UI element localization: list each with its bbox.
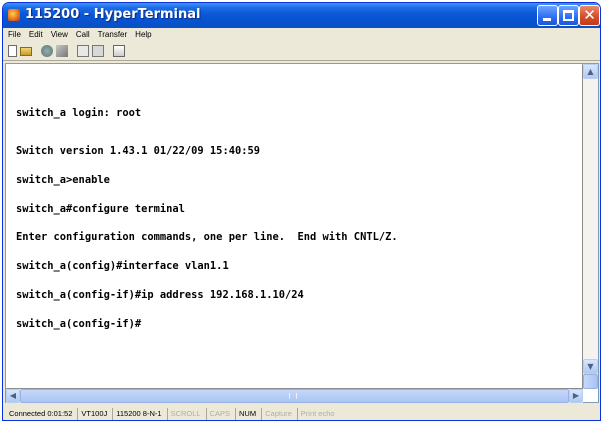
hyperterminal-app-icon[interactable] (8, 9, 20, 21)
vertical-scroll-thumb[interactable] (583, 374, 598, 389)
status-caps: CAPS (205, 408, 233, 420)
status-scroll: SCROLL (166, 408, 204, 420)
status-num: NUM (235, 408, 259, 420)
receive-icon[interactable] (92, 44, 104, 57)
status-print-echo: Print echo (296, 408, 338, 420)
new-icon[interactable] (8, 44, 17, 57)
close-icon: ✕ (583, 6, 596, 24)
terminal-line: switch_a>enable (16, 173, 110, 186)
menu-call[interactable]: Call (76, 30, 90, 39)
terminal-line: switch_a(config-if)# (16, 317, 142, 330)
vertical-scrollbar[interactable]: ▲ ▼ (583, 64, 598, 389)
minimize-button[interactable] (537, 5, 558, 26)
menu-file[interactable]: File (8, 30, 21, 39)
maximize-button[interactable] (558, 5, 579, 26)
status-emulation: VT100J (77, 408, 110, 420)
menu-bar: File Edit View Call Transfer Help (3, 28, 600, 41)
menu-edit[interactable]: Edit (29, 30, 43, 39)
maximize-icon (563, 10, 574, 21)
terminal-frame: switch_a login: root Switch version 1.43… (5, 63, 599, 403)
terminal-line: switch_a(config-if)#ip address 192.168.1… (16, 288, 304, 301)
toolbar (3, 41, 600, 61)
scroll-down-icon[interactable]: ▼ (583, 359, 598, 374)
horizontal-scroll-thumb[interactable] (20, 389, 569, 403)
send-icon[interactable] (77, 44, 89, 57)
status-bar: Connected 0:01:52 VT100J 115200 8-N-1 SC… (3, 406, 600, 420)
scroll-left-icon[interactable]: ◀ (6, 389, 20, 403)
terminal-line: Enter configuration commands, one per li… (16, 231, 398, 244)
terminal-output: switch_a login: root Switch version 1.43… (16, 90, 398, 348)
status-port-settings: 115200 8-N-1 (112, 408, 164, 420)
scroll-up-icon[interactable]: ▲ (583, 64, 598, 79)
menu-help[interactable]: Help (135, 30, 151, 39)
terminal-line: switch_a(config)#interface vlan1.1 (16, 260, 229, 273)
grip-icon (289, 393, 297, 399)
close-button[interactable]: ✕ (579, 5, 600, 26)
call-icon[interactable] (41, 44, 53, 57)
window-title: 115200 - HyperTerminal (25, 7, 201, 22)
status-connected: Connected 0:01:52 (9, 409, 73, 418)
terminal-line: switch_a#configure terminal (16, 202, 185, 215)
terminal-area[interactable]: switch_a login: root Switch version 1.43… (6, 64, 583, 389)
horizontal-scrollbar[interactable]: ◀ ▶ (6, 389, 583, 403)
properties-icon[interactable] (113, 44, 125, 57)
menu-view[interactable]: View (51, 30, 68, 39)
scroll-right-icon[interactable]: ▶ (569, 389, 583, 403)
title-bar[interactable]: 115200 - HyperTerminal ✕ (3, 3, 600, 28)
status-capture: Capture (261, 408, 295, 420)
hyperterminal-window: 115200 - HyperTerminal ✕ File Edit View … (2, 2, 601, 421)
terminal-line: switch_a login: root (16, 107, 142, 120)
terminal-line: Switch version 1.43.1 01/22/09 15:40:59 (16, 144, 260, 157)
menu-transfer[interactable]: Transfer (98, 30, 128, 39)
minimize-icon (543, 18, 551, 21)
open-icon[interactable] (20, 47, 32, 56)
disconnect-icon[interactable] (56, 44, 68, 57)
